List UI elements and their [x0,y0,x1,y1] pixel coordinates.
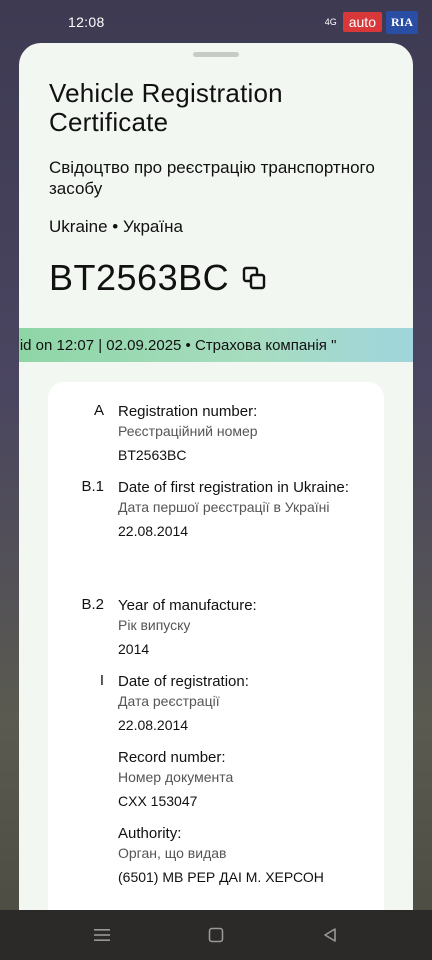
field-value: CXX 153047 [118,793,198,809]
field-value: 22.08.2014 [118,717,189,733]
title-ukrainian: Свідоцтво про реєстрацію транспортного з… [49,158,375,198]
field-label-en: Date of first registration in Ukraine: [118,479,349,496]
status-time: 12:08 [68,14,105,30]
field-value: 22.08.2014 [118,523,189,539]
field-label-en: Date of registration: [118,673,249,690]
plate-row: BT2563BC [49,257,267,299]
title-english: Vehicle Registration Certificate [49,78,283,137]
home-button[interactable] [204,923,228,947]
field-label-en: Registration number: [118,403,258,420]
field-code: I [99,672,104,689]
country-label: Ukraine • Україна [49,217,183,236]
recent-apps-button[interactable] [90,923,114,947]
status-right: 4G auto RIA [324,10,418,34]
drag-handle[interactable] [193,52,239,57]
field-value: (6501) МВ РЕР ДАІ М. ХЕРСОН [118,869,324,885]
auto-badge: auto [342,12,382,32]
field-label-ua: Дата першої реєстрації в Україні [118,499,330,515]
field-code: B.1 [81,478,104,495]
status-bar: 12:08 4G auto RIA [0,0,432,44]
field-value: BT2563BC [118,447,187,463]
field-code: B.2 [81,596,104,613]
field-label-ua: Номер документа [118,769,234,785]
field-value: 2014 [118,641,150,657]
network-indicator: 4G [324,16,337,27]
back-triangle-icon [324,928,336,942]
field-label-ua: Реєстраційний номер [118,423,258,439]
ticker-text: s valid on 12:07 | 02.09.2025 • Страхова… [19,336,337,354]
system-nav-bar [0,910,432,960]
back-button[interactable] [318,923,342,947]
field-label-en: Authority: [118,825,182,842]
copy-icon[interactable] [241,265,267,291]
field-code: A [93,402,104,419]
field-label-ua: Рік випуску [118,617,191,633]
details-card: A Registration number: Реєстраційний ном… [48,382,384,910]
certificate-sheet: Vehicle Registration Certificate Свідоцт… [19,43,413,910]
validity-ticker: s valid on 12:07 | 02.09.2025 • Страхова… [19,328,413,362]
field-label-ua: Дата реєстрації [118,693,220,709]
field-label-ua: Орган, що видав [118,845,227,861]
ria-badge: RIA [385,10,418,34]
field-label-en: Year of manufacture: [118,597,257,614]
home-square-icon [208,927,224,943]
menu-icon [94,929,110,941]
field-label-en: Record number: [118,749,226,766]
plate-number: BT2563BC [49,257,230,298]
